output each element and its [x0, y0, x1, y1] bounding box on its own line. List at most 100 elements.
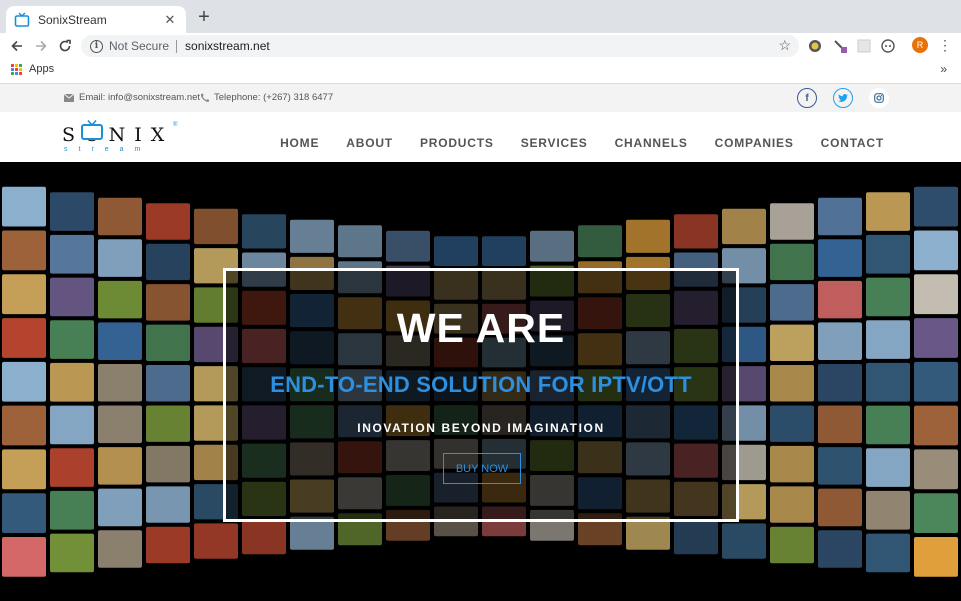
video-wall-tile — [866, 533, 910, 573]
address-bar[interactable]: i Not Secure sonixstream.net ☆ — [81, 35, 799, 57]
video-wall-tile — [2, 493, 46, 533]
video-wall-tile — [2, 449, 46, 490]
video-wall-tile — [770, 445, 814, 483]
apps-grid-icon[interactable] — [11, 64, 22, 75]
video-wall-tile — [50, 533, 94, 573]
video-wall-tile — [770, 365, 814, 402]
contact-phone[interactable]: Telephone: (+267) 318 6477 — [201, 92, 333, 103]
video-wall-tile — [866, 234, 910, 274]
video-wall-tile — [98, 405, 142, 444]
video-wall-tile — [194, 523, 238, 559]
extension-square-icon[interactable] — [856, 38, 872, 54]
video-wall-tile — [98, 280, 142, 319]
sonix-logo[interactable]: SONIX stream ® — [62, 119, 182, 156]
phone-icon — [201, 93, 209, 102]
menu-dots-icon[interactable]: ⋮ — [938, 38, 952, 54]
video-wall-tile — [818, 239, 862, 277]
reload-icon[interactable] — [55, 36, 75, 56]
video-wall-tile — [98, 363, 142, 402]
profile-avatar[interactable]: R — [912, 37, 928, 53]
video-wall-tile — [242, 214, 286, 249]
video-wall-tile — [770, 324, 814, 362]
video-wall-tile — [818, 488, 862, 527]
video-wall-tile — [98, 530, 142, 568]
video-wall-tile — [818, 447, 862, 485]
video-wall-tile — [914, 230, 958, 271]
video-wall-tile — [146, 243, 190, 281]
nav-channels[interactable]: CHANNELS — [615, 136, 688, 150]
video-wall-tile — [818, 280, 862, 319]
video-wall-tile — [770, 284, 814, 321]
video-wall-tile — [50, 277, 94, 317]
hero-banner: WE ARE END-TO-END SOLUTION FOR IPTV/OTT … — [0, 162, 961, 601]
video-wall-tile — [818, 197, 862, 236]
video-wall-tile — [50, 362, 94, 402]
video-wall-tile — [674, 520, 718, 555]
video-wall-tile — [914, 536, 958, 577]
new-tab-button[interactable]: + — [194, 7, 214, 28]
forward-arrow-icon[interactable] — [31, 36, 51, 56]
video-wall-tile — [914, 274, 958, 315]
video-wall-tile — [146, 486, 190, 523]
video-wall-tile — [2, 361, 46, 402]
video-wall-tile — [146, 526, 190, 564]
video-wall-tile — [434, 236, 478, 267]
nav-products[interactable]: PRODUCTS — [420, 136, 494, 150]
info-icon[interactable]: i — [90, 39, 103, 53]
close-icon[interactable]: ✕ — [162, 12, 178, 28]
url-text[interactable]: sonixstream.net — [185, 39, 270, 53]
email-text: Email: info@sonixstream.net — [79, 92, 201, 103]
video-wall-tile — [914, 493, 958, 533]
bookmarks-overflow-button[interactable]: » — [940, 62, 947, 76]
hero-subheadline: END-TO-END SOLUTION FOR IPTV/OTT — [270, 372, 692, 397]
nav-contact[interactable]: CONTACT — [821, 136, 884, 150]
bookmark-star-icon[interactable]: ☆ — [778, 37, 791, 54]
contact-email[interactable]: Email: info@sonixstream.net — [64, 92, 200, 103]
video-wall-tile — [914, 405, 958, 446]
video-wall-tile — [914, 449, 958, 490]
video-wall-tile — [194, 208, 238, 245]
video-wall-tile — [914, 186, 958, 227]
video-wall-tile — [626, 219, 670, 253]
bookmarks-bar: Apps » — [0, 58, 961, 84]
extension-circle-icon[interactable] — [880, 38, 896, 54]
security-label: Not Secure — [109, 39, 170, 53]
tab-title: SonixStream — [38, 12, 107, 27]
main-nav: HOME ABOUT PRODUCTS SERVICES CHANNELS CO… — [280, 136, 884, 150]
nav-about[interactable]: ABOUT — [346, 136, 393, 150]
facebook-icon[interactable]: f — [797, 88, 817, 108]
nav-companies[interactable]: COMPANIES — [715, 136, 794, 150]
extension-shield-icon[interactable] — [807, 38, 823, 54]
video-wall-tile — [386, 230, 430, 262]
video-wall-tile — [2, 318, 46, 358]
video-wall-tile — [770, 405, 814, 442]
video-wall-tile — [50, 405, 94, 445]
video-wall-tile — [98, 239, 142, 277]
extension-eyedropper-icon[interactable] — [832, 38, 848, 54]
video-wall-tile — [866, 448, 910, 487]
apps-bookmark[interactable]: Apps — [29, 63, 54, 75]
video-wall-tile — [2, 186, 46, 227]
nav-services[interactable]: SERVICES — [521, 136, 588, 150]
video-wall-tile — [866, 362, 910, 402]
video-wall-tile — [866, 405, 910, 445]
video-wall-tile — [146, 284, 190, 321]
browser-tab[interactable]: SonixStream ✕ — [6, 6, 186, 33]
buy-now-button[interactable]: BUY NOW — [443, 453, 521, 484]
back-arrow-icon[interactable] — [7, 36, 27, 56]
video-wall-tile — [482, 236, 526, 267]
nav-home[interactable]: HOME — [280, 136, 319, 150]
video-wall-tile — [770, 203, 814, 240]
video-wall-tile — [146, 365, 190, 402]
video-wall-tile — [770, 243, 814, 281]
instagram-icon[interactable] — [869, 88, 889, 108]
twitter-icon[interactable] — [833, 88, 853, 108]
contact-bar: Email: info@sonixstream.net Telephone: (… — [0, 84, 961, 112]
video-wall-tile — [674, 214, 718, 249]
hero-frame: WE ARE END-TO-END SOLUTION FOR IPTV/OTT … — [223, 268, 739, 522]
video-wall-tile — [146, 445, 190, 483]
video-wall-tile — [146, 405, 190, 442]
video-wall-tile — [2, 405, 46, 446]
address-separator — [176, 39, 178, 53]
video-wall-tile — [50, 320, 94, 359]
